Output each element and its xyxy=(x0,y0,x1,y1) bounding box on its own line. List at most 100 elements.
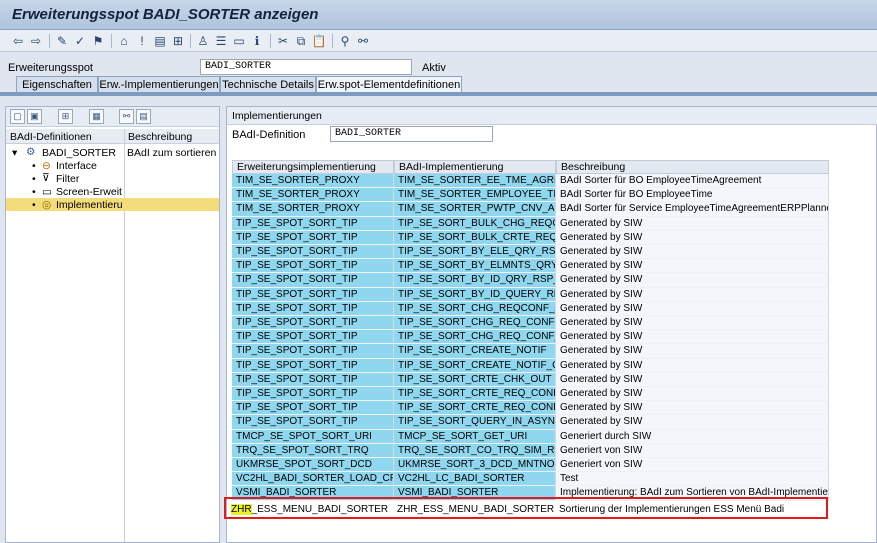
table-row[interactable]: TIM_SE_SORTER_PROXY TIM_SE_SORTER_PWTP_CN… xyxy=(232,202,829,217)
table-cell: TIP_SE_SPOT_SORT_TIP xyxy=(232,259,394,274)
window-icon[interactable]: ▭ xyxy=(231,33,247,49)
tree-icon[interactable]: ♙ xyxy=(195,33,211,49)
tree-item-implementierungen[interactable]: Implementierun xyxy=(56,199,122,211)
table-cell: Generated by SIW xyxy=(556,401,829,416)
table-cell: Generiert von SIW xyxy=(556,443,829,458)
table-cell: Test xyxy=(556,472,829,487)
table-row[interactable]: TIP_SE_SPOT_SORT_TIP TIP_SE_SORT_BY_ID_QR… xyxy=(232,273,829,288)
table-cell: TIP_SE_SPOT_SORT_TIP xyxy=(232,273,394,288)
display-change-icon[interactable]: ✎ xyxy=(54,33,70,49)
badi-definition-icon: ⚙ xyxy=(26,146,36,158)
table-cell: TIP_SE_SORT_QUERY_IN_ASYNC xyxy=(394,415,556,430)
table-row[interactable]: TIP_SE_SPOT_SORT_TIP TIP_SE_SORT_CREATE_N… xyxy=(232,358,829,373)
highlight-cell-2: ZHR_ESS_MENU_BADI_SORTER xyxy=(397,504,555,515)
forward-icon[interactable]: ⇨ xyxy=(28,33,44,49)
table-row[interactable]: TIP_SE_SPOT_SORT_TIP TIP_SE_SORT_CREATE_N… xyxy=(232,344,829,359)
table-row[interactable]: TIP_SE_SPOT_SORT_TIP TIP_SE_SORT_BY_ELMNT… xyxy=(232,259,829,274)
table-cell: TIP_SE_SPOT_SORT_TIP xyxy=(232,216,394,231)
table-row[interactable]: TIM_SE_SORTER_PROXY TIM_SE_SORTER_EE_TME_… xyxy=(232,174,829,189)
table-cell: Generated by SIW xyxy=(556,259,829,274)
check-icon[interactable]: ✓ xyxy=(72,33,88,49)
spot-field[interactable]: BADI_SORTER xyxy=(200,59,412,75)
new-icon[interactable]: ▢ xyxy=(10,109,25,124)
header-beschreibung[interactable]: Beschreibung xyxy=(556,160,829,174)
table-row[interactable]: UKMRSE_SPOT_SORT_DCD UKMRSE_SORT_3_DCD_MN… xyxy=(232,458,829,473)
table-row[interactable]: TIP_SE_SPOT_SORT_TIP TIP_SE_SORT_CRTE_CHK… xyxy=(232,372,829,387)
spot-header: Erweiterungsspot BADI_SORTER Aktiv xyxy=(0,52,877,76)
header-erweiterungsimplementierung[interactable]: Erweiterungsimplementierung xyxy=(232,160,394,174)
print-icon[interactable]: ▤ xyxy=(136,109,151,124)
find-icon[interactable]: ⚲ xyxy=(337,33,353,49)
tree-item-interface[interactable]: Interface xyxy=(56,160,97,172)
highlight-cell-1: ZHR_ESS_MENU_BADI_SORTER xyxy=(231,503,393,517)
table-cell: TIP_SE_SPOT_SORT_TIP xyxy=(232,401,394,416)
object-list-icon[interactable]: ▤ xyxy=(152,33,168,49)
table-cell: TIM_SE_SORTER_PROXY xyxy=(232,188,394,203)
table-row[interactable]: TIP_SE_SPOT_SORT_TIP TIP_SE_SORT_BULK_CRT… xyxy=(232,230,829,245)
find-next-icon[interactable]: ⚯ xyxy=(355,33,371,49)
table-cell: UKMRSE_SPOT_SORT_DCD xyxy=(232,458,394,473)
tree-nav-icon[interactable]: ⊞ xyxy=(58,109,73,124)
expand-triangle-icon[interactable]: ▾ xyxy=(12,147,17,159)
tab-eigenschaften[interactable]: Eigenschaften xyxy=(16,76,98,93)
title-bar: Erweiterungsspot BADI_SORTER anzeigen xyxy=(0,0,877,30)
table-row[interactable]: TIM_SE_SORTER_PROXY TIM_SE_SORTER_EMPLOYE… xyxy=(232,188,829,203)
tab-erw-implementierungen[interactable]: Erw.-Implementierungen xyxy=(98,76,220,93)
table-cell: BAdI Sorter für Service EmployeeTimeAgre… xyxy=(556,202,829,217)
table-cell: Generated by SIW xyxy=(556,301,829,316)
table-row[interactable]: TIP_SE_SPOT_SORT_TIP TIP_SE_SORT_CRTE_REQ… xyxy=(232,387,829,402)
table-row[interactable]: VC2HL_BADI_SORTER_LOAD_CFG VC2HL_LC_BADI_… xyxy=(232,472,829,487)
layout-icon[interactable]: ☰ xyxy=(213,33,229,49)
window-title: Erweiterungsspot BADI_SORTER anzeigen xyxy=(12,6,319,23)
header-badi-implementierung[interactable]: BAdI-Implementierung xyxy=(394,160,556,174)
badi-def-label: BAdI-Definition xyxy=(232,129,306,141)
paste-icon[interactable]: 📋 xyxy=(311,33,327,49)
table-cell: BAdI Sorter für BO EmployeeTimeAgreement xyxy=(556,174,829,189)
table-row[interactable]: TIP_SE_SPOT_SORT_TIP TIP_SE_SORT_QUERY_IN… xyxy=(232,415,829,430)
tree-item-filter[interactable]: Filter xyxy=(56,173,79,185)
back-icon[interactable]: ⇦ xyxy=(10,33,26,49)
table-cell: TIP_SE_SPOT_SORT_TIP xyxy=(232,415,394,430)
table-row[interactable]: TIP_SE_SPOT_SORT_TIP TIP_SE_SORT_CRTE_REQ… xyxy=(232,401,829,416)
navigate-icon[interactable]: ! xyxy=(134,33,150,49)
table-row[interactable]: TIP_SE_SPOT_SORT_TIP TIP_SE_SORT_BULK_CHG… xyxy=(232,216,829,231)
copy-icon[interactable]: ⧉ xyxy=(293,33,309,49)
search-icon[interactable]: ⚯ xyxy=(119,109,134,124)
info-icon[interactable]: ℹ xyxy=(249,33,265,49)
table-cell: TIP_SE_SORT_CRTE_CHK_OUT xyxy=(394,372,556,387)
expand-icon[interactable]: ▦ xyxy=(89,109,104,124)
table-row[interactable]: TIP_SE_SPOT_SORT_TIP TIP_SE_SORT_CHG_REQ_… xyxy=(232,330,829,345)
activate-icon[interactable]: ⚑ xyxy=(90,33,106,49)
tab-elementdefinitionen[interactable]: Erw.spot-Elementdefinitionen xyxy=(316,76,462,93)
tree-item-screen[interactable]: Screen-Erweiter xyxy=(56,186,122,198)
table-row[interactable]: TRQ_SE_SPOT_SORT_TRQ TRQ_SE_SORT_CO_TRQ_S… xyxy=(232,443,829,458)
table-cell: Generated by SIW xyxy=(556,387,829,402)
table-cell: Generated by SIW xyxy=(556,316,829,331)
tab-technische-details[interactable]: Technische Details xyxy=(220,76,316,93)
highlight-suffix: _ESS_MENU_BADI_SORTER xyxy=(251,504,389,515)
cut-icon[interactable]: ✂ xyxy=(275,33,291,49)
table-row[interactable]: TIP_SE_SPOT_SORT_TIP TIP_SE_SORT_CHG_REQ_… xyxy=(232,316,829,331)
table-cell: TIP_SE_SPOT_SORT_TIP xyxy=(232,230,394,245)
table-cell: Generated by SIW xyxy=(556,230,829,245)
table-row-highlight[interactable]: ZHR_ESS_MENU_BADI_SORTER ZHR_ESS_MENU_BA… xyxy=(231,503,827,517)
table-cell: TRQ_SE_SORT_CO_TRQ_SIM_REQ xyxy=(394,443,556,458)
badi-def-field[interactable]: BADI_SORTER xyxy=(330,126,493,142)
table-cell: VC2HL_LC_BADI_SORTER xyxy=(394,472,556,487)
col-beschreibung: Beschreibung xyxy=(128,131,193,143)
where-used-icon[interactable]: ⌂ xyxy=(116,33,132,49)
table-row[interactable]: TIP_SE_SPOT_SORT_TIP TIP_SE_SORT_BY_ID_QU… xyxy=(232,287,829,302)
bullet-icon: • xyxy=(32,160,36,172)
table-row[interactable]: TMCP_SE_SPOT_SORT_URI TMCP_SE_SORT_GET_UR… xyxy=(232,429,829,444)
table-row[interactable]: TIP_SE_SPOT_SORT_TIP TIP_SE_SORT_BY_ELE_Q… xyxy=(232,245,829,260)
tree-root[interactable]: BADI_SORTER xyxy=(42,147,116,159)
table-cell: TIP_SE_SPOT_SORT_TIP xyxy=(232,301,394,316)
table-cell: Generated by SIW xyxy=(556,415,829,430)
table-cell: TIP_SE_SPOT_SORT_TIP xyxy=(232,245,394,260)
table-cell: TRQ_SE_SPOT_SORT_TRQ xyxy=(232,443,394,458)
table-cell: TIP_SE_SORT_BY_ID_QRY_RSP_OUT xyxy=(394,273,556,288)
copy-icon[interactable]: ▣ xyxy=(27,109,42,124)
hierarchy-icon[interactable]: ⊞ xyxy=(170,33,186,49)
table-row[interactable]: TIP_SE_SPOT_SORT_TIP TIP_SE_SORT_CHG_REQC… xyxy=(232,301,829,316)
table-cell: TIP_SE_SPOT_SORT_TIP xyxy=(232,358,394,373)
